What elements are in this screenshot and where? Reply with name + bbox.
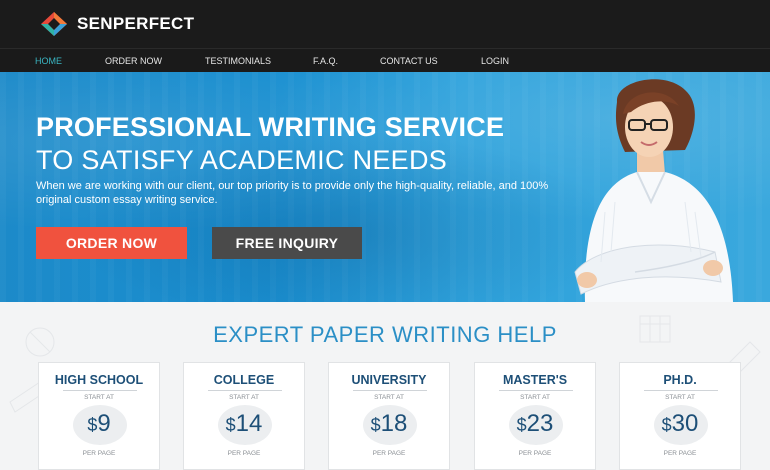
card-divider	[499, 390, 573, 391]
price-card-masters[interactable]: MASTER'S START AT $23 PER PAGE	[474, 362, 596, 470]
card-price: $30	[620, 410, 740, 438]
hero-subtitle: TO SATISFY ACADEMIC NEEDS	[36, 145, 448, 175]
hero-banner: PROFESSIONAL WRITING SERVICE TO SATISFY …	[0, 72, 770, 302]
currency-symbol: $	[661, 415, 672, 435]
order-now-button[interactable]: ORDER NOW	[36, 227, 187, 259]
card-price: $18	[329, 410, 449, 438]
card-per-label: PER PAGE	[518, 450, 552, 457]
hero-title: PROFESSIONAL WRITING SERVICE	[36, 112, 505, 142]
card-divider	[63, 390, 137, 391]
free-inquiry-button[interactable]: FREE INQUIRY	[212, 227, 362, 259]
price-value: 23	[526, 410, 554, 437]
card-start-label: START AT	[520, 394, 550, 401]
price-card-college[interactable]: COLLEGE START AT $14 PER PAGE	[183, 362, 305, 470]
card-start-label: START AT	[665, 394, 695, 401]
card-per-label: PER PAGE	[372, 450, 406, 457]
nav-item-home[interactable]: HOME	[35, 56, 62, 66]
card-per-label: PER PAGE	[82, 450, 116, 457]
card-level: MASTER'S	[502, 373, 568, 387]
price-value: 14	[235, 410, 263, 437]
card-start-label: START AT	[84, 394, 114, 401]
nav-item-faq[interactable]: F.A.Q.	[313, 56, 338, 66]
brand-name[interactable]: SENPERFECT	[77, 14, 194, 34]
nav-item-testimonials[interactable]: TESTIMONIALS	[205, 56, 271, 66]
price-value: 30	[671, 410, 699, 437]
price-card-phd[interactable]: PH.D. START AT $30 PER PAGE	[619, 362, 741, 470]
price-card-high-school[interactable]: HIGH SCHOOL START AT $9 PER PAGE	[38, 362, 160, 470]
main-nav: HOME ORDER NOW TESTIMONIALS F.A.Q. CONTA…	[0, 48, 770, 72]
card-level: HIGH SCHOOL	[54, 373, 144, 387]
nav-item-order-now[interactable]: ORDER NOW	[105, 56, 162, 66]
nav-item-contact-us[interactable]: CONTACT US	[380, 56, 438, 66]
card-divider	[353, 390, 427, 391]
price-value: 9	[97, 410, 111, 437]
card-per-label: PER PAGE	[227, 450, 261, 457]
pricing-title: EXPERT PAPER WRITING HELP	[213, 322, 557, 347]
card-level: COLLEGE	[213, 373, 275, 387]
card-level: UNIVERSITY	[351, 373, 427, 387]
card-price: $14	[184, 410, 304, 438]
woman-photo	[574, 79, 733, 302]
diamond-logo-icon[interactable]	[40, 11, 68, 37]
card-price: $23	[475, 410, 595, 438]
card-divider	[208, 390, 282, 391]
price-value: 18	[380, 410, 408, 437]
currency-symbol: $	[87, 415, 98, 435]
card-divider	[644, 390, 718, 391]
nav-item-login[interactable]: LOGIN	[481, 56, 509, 66]
price-card-university[interactable]: UNIVERSITY START AT $18 PER PAGE	[328, 362, 450, 470]
card-level: PH.D.	[663, 373, 697, 387]
card-price: $9	[39, 410, 159, 438]
top-header: SENPERFECT	[0, 0, 770, 48]
hero-description: When we are working with our client, our…	[36, 180, 549, 206]
currency-symbol: $	[370, 415, 381, 435]
card-start-label: START AT	[374, 394, 404, 401]
currency-symbol: $	[516, 415, 527, 435]
card-per-label: PER PAGE	[663, 450, 697, 457]
currency-symbol: $	[225, 415, 236, 435]
card-start-label: START AT	[229, 394, 259, 401]
